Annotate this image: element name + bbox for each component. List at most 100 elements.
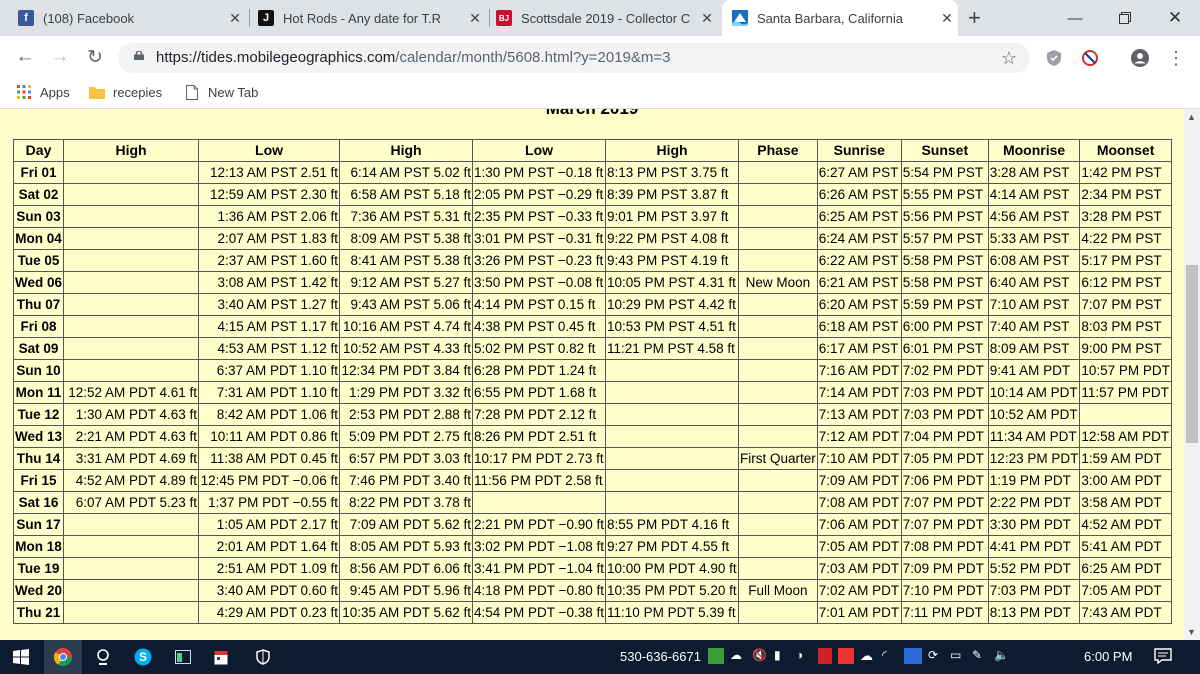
clock-time[interactable]: 6:00 PM bbox=[1084, 649, 1132, 664]
back-button[interactable]: ← bbox=[12, 44, 38, 70]
table-row: Sat 09 4:53 AM PST 1.12 ft 10:52 AM PST 4.… bbox=[12, 337, 1172, 360]
bookmark-new-tab[interactable]: New Tab bbox=[184, 84, 258, 100]
wd-icon[interactable] bbox=[904, 648, 922, 664]
url-host: https://tides.mobilegeographics.com bbox=[156, 49, 396, 66]
tray-icons[interactable]: ☁ 🔇 ▮ ◑ ☁ ◜ ⟳ ▭ ✎ 🔈 bbox=[708, 648, 1010, 664]
close-tab-icon[interactable]: ✕ bbox=[936, 10, 958, 27]
bookmark-recepies[interactable]: recepies bbox=[89, 84, 162, 100]
pen-icon[interactable]: ✎ bbox=[972, 648, 988, 664]
cell-sunset: 7:10 PM PDT bbox=[900, 579, 989, 602]
calendar-icon[interactable] bbox=[202, 640, 240, 674]
cell-high-2: 8:05 AM PDT 5.93 ft bbox=[339, 535, 474, 558]
cell-high-2: 10:16 AM PST 4.74 ft bbox=[339, 315, 474, 338]
cell-phase bbox=[738, 513, 818, 536]
cell-low-1: 12:59 AM PST 2.30 ft bbox=[198, 183, 341, 206]
cell-high-3: 10:53 PM PST 4.51 ft bbox=[605, 315, 740, 338]
cell-high-2: 10:52 AM PST 4.33 ft bbox=[339, 337, 474, 360]
skype-icon[interactable]: S bbox=[124, 640, 162, 674]
cell-moonset: 12:58 AM PDT bbox=[1079, 425, 1172, 448]
alert-icon[interactable] bbox=[838, 648, 854, 664]
close-window-button[interactable]: ✕ bbox=[1150, 0, 1200, 36]
cell-high-2: 7:36 AM PST 5.31 ft bbox=[339, 205, 474, 228]
close-tab-icon[interactable]: ✕ bbox=[224, 10, 246, 27]
cell-sunrise: 7:06 AM PDT bbox=[816, 513, 902, 536]
scroll-down-arrow[interactable]: ▼ bbox=[1187, 627, 1196, 637]
cell-phase bbox=[738, 601, 818, 624]
shield-extension-icon[interactable] bbox=[1041, 45, 1067, 71]
menu-kebab-icon[interactable]: ⋮ bbox=[1163, 45, 1189, 71]
block-extension-icon[interactable] bbox=[1077, 45, 1103, 71]
cell-high-2: 8:22 PM PDT 3.78 ft bbox=[339, 491, 474, 514]
cell-moonrise: 6:08 AM PST bbox=[987, 249, 1081, 272]
cell-day: Sat 02 bbox=[12, 183, 65, 206]
cell-sunrise: 7:13 AM PDT bbox=[816, 403, 902, 426]
profile-avatar-icon[interactable] bbox=[1127, 45, 1153, 71]
speaker-icon[interactable]: 🔈 bbox=[994, 648, 1010, 664]
cell-moonset: 4:22 PM PST bbox=[1079, 227, 1172, 250]
cell-high-3 bbox=[605, 469, 740, 492]
cell-high-3: 10:29 PM PST 4.42 ft bbox=[605, 293, 740, 316]
minimize-button[interactable]: — bbox=[1050, 0, 1100, 36]
table-row: Fri 01 12:13 AM PST 2.51 ft 6:14 AM PST 5.… bbox=[12, 161, 1172, 184]
cell-moonset: 9:00 PM PST bbox=[1079, 337, 1172, 360]
app-window-icon[interactable] bbox=[164, 640, 202, 674]
tab-scottsdale[interactable]: BJ Scottsdale 2019 - Collector C ✕ bbox=[490, 0, 718, 36]
cell-sunrise: 7:12 AM PDT bbox=[816, 425, 902, 448]
network-icon[interactable]: ◑ bbox=[796, 648, 812, 664]
cell-moonrise: 10:52 AM PDT bbox=[987, 403, 1081, 426]
tab-hot-rods[interactable]: J Hot Rods - Any date for T.R ✕ bbox=[252, 0, 486, 36]
scroll-up-arrow[interactable]: ▲ bbox=[1187, 112, 1196, 122]
cell-high-3 bbox=[605, 359, 740, 382]
cell-day: Sat 09 bbox=[12, 337, 65, 360]
url-text[interactable]: https://tides.mobilegeographics.com/cale… bbox=[156, 49, 670, 66]
battery-icon[interactable]: ▮ bbox=[774, 648, 790, 664]
volume-muted-icon[interactable]: 🔇 bbox=[752, 648, 768, 664]
table-row: Tue 19 2:51 AM PDT 1.09 ft 8:56 AM PDT 6.0… bbox=[12, 557, 1172, 580]
sync-icon[interactable]: ⟳ bbox=[928, 648, 944, 664]
cell-phase bbox=[738, 425, 818, 448]
cloud-icon[interactable]: ☁ bbox=[860, 648, 876, 664]
cell-sunrise: 7:08 AM PDT bbox=[816, 491, 902, 514]
tab-facebook[interactable]: f (108) Facebook ✕ bbox=[12, 0, 246, 36]
forward-button[interactable]: → bbox=[47, 44, 73, 70]
notification-icon[interactable] bbox=[1154, 648, 1172, 665]
restore-button[interactable] bbox=[1100, 0, 1150, 36]
table-row: Thu 14 3:31 AM PDT 4.69 ft 11:38 AM PDT 0.… bbox=[12, 447, 1172, 470]
person-icon[interactable] bbox=[708, 648, 724, 664]
cell-moonrise: 1:19 PM PDT bbox=[987, 469, 1081, 492]
table-row: Fri 15 4:52 AM PDT 4.89 ft 12:45 PM PDT −0… bbox=[12, 469, 1172, 492]
cell-low-2: 3:26 PM PST −0.23 ft bbox=[472, 249, 607, 272]
onedrive-icon[interactable]: ☁ bbox=[730, 648, 746, 664]
cell-day: Tue 12 bbox=[12, 403, 65, 426]
cell-moonset: 7:43 AM PDT bbox=[1079, 601, 1172, 624]
close-tab-icon[interactable]: ✕ bbox=[696, 10, 718, 27]
close-tab-icon[interactable]: ✕ bbox=[464, 10, 486, 27]
cell-high-1: 3:31 AM PDT 4.69 ft bbox=[63, 447, 200, 470]
security-icon[interactable] bbox=[84, 640, 122, 674]
bookmark-star-icon[interactable]: ☆ bbox=[996, 45, 1022, 71]
cell-moonrise: 4:56 AM PST bbox=[987, 205, 1081, 228]
header-phase: Phase bbox=[738, 139, 818, 162]
chrome-icon[interactable] bbox=[44, 640, 82, 674]
red-app-icon[interactable] bbox=[818, 648, 832, 664]
scrollbar-thumb[interactable] bbox=[1186, 265, 1198, 443]
wifi-icon[interactable]: ◜ bbox=[882, 648, 898, 664]
keyboard-icon[interactable]: ▭ bbox=[950, 648, 966, 664]
reload-button[interactable]: ↻ bbox=[82, 44, 108, 70]
shield-icon[interactable] bbox=[244, 640, 282, 674]
cell-moonset: 11:57 PM PDT bbox=[1079, 381, 1172, 404]
cell-high-2: 8:41 AM PST 5.38 ft bbox=[339, 249, 474, 272]
header-sunset: Sunset bbox=[900, 139, 989, 162]
cell-low-1: 2:01 AM PDT 1.64 ft bbox=[198, 535, 341, 558]
cell-low-1: 3:40 AM PST 1.27 ft bbox=[198, 293, 341, 316]
bookmark-apps[interactable]: Apps bbox=[16, 84, 70, 100]
cell-low-2: 8:26 PM PDT 2.51 ft bbox=[472, 425, 607, 448]
tab-santa-barbara[interactable]: Santa Barbara, California ✕ bbox=[722, 0, 958, 36]
new-tab-button[interactable]: + bbox=[968, 5, 981, 31]
bookmark-label: New Tab bbox=[208, 84, 259, 100]
header-moonset: Moonset bbox=[1079, 139, 1172, 162]
cell-sunrise: 6:22 AM PST bbox=[816, 249, 902, 272]
cell-high-3: 10:35 PM PDT 5.20 ft bbox=[605, 579, 740, 602]
cell-phase bbox=[738, 249, 818, 272]
windows-start-icon[interactable] bbox=[0, 640, 42, 674]
